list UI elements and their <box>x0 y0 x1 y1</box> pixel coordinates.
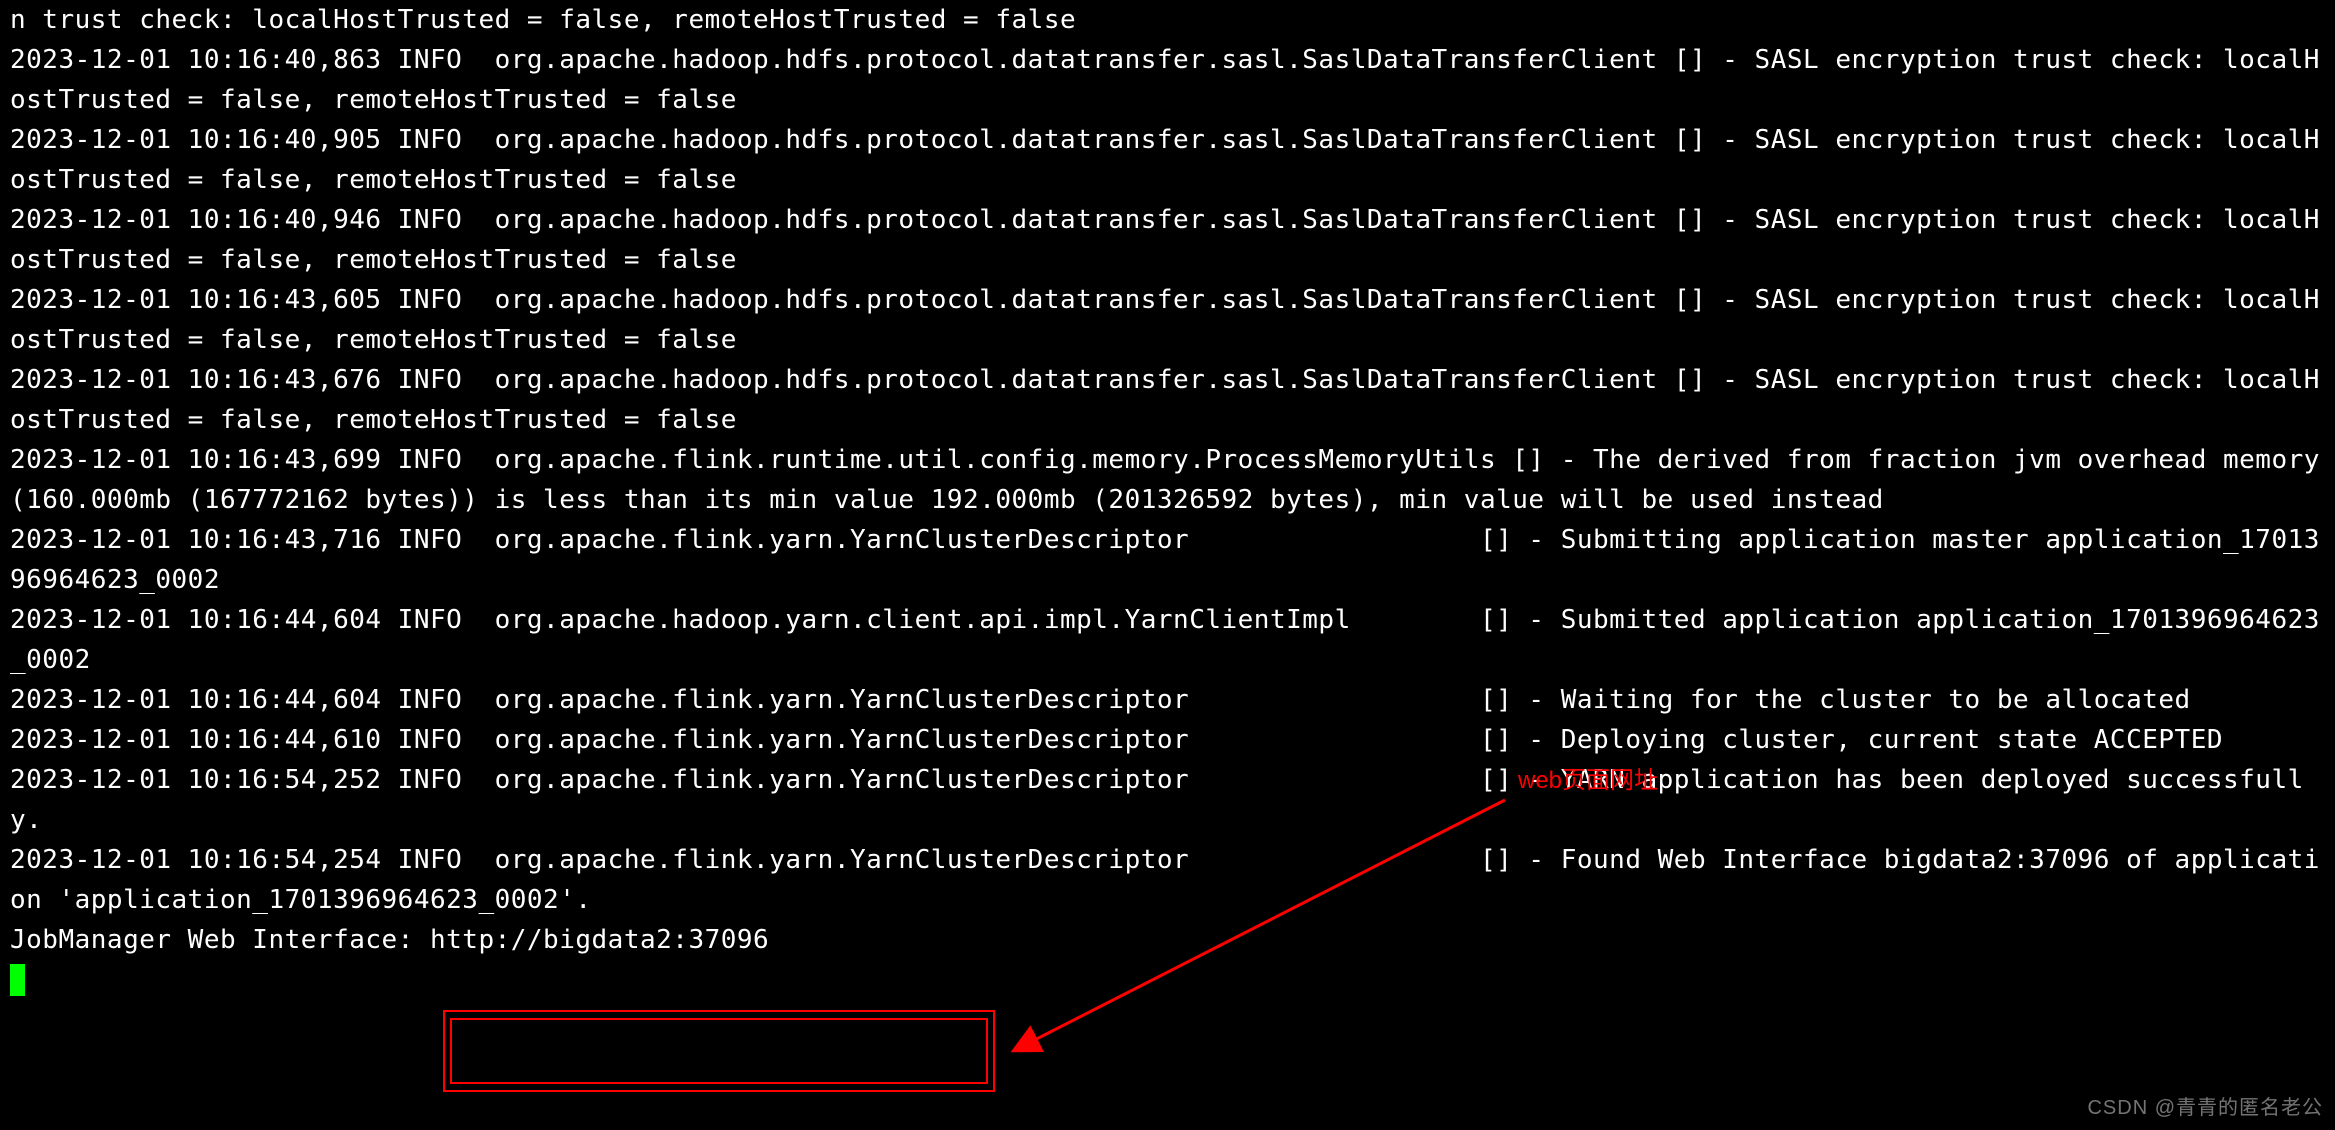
terminal-cursor <box>10 964 25 996</box>
terminal-output: n trust check: localHostTrusted = false,… <box>0 0 2335 1130</box>
log-line: 2023-12-01 10:16:44,604 INFO org.apache.… <box>10 605 2320 675</box>
log-line: 2023-12-01 10:16:54,252 INFO org.apache.… <box>10 765 2304 835</box>
log-line: 2023-12-01 10:16:43,699 INFO org.apache.… <box>10 445 2335 515</box>
log-line: 2023-12-01 10:16:44,610 INFO org.apache.… <box>10 725 2223 755</box>
log-line: 2023-12-01 10:16:54,254 INFO org.apache.… <box>10 845 2320 915</box>
log-line: JobManager Web Interface: http://bigdata… <box>10 925 769 955</box>
log-line: 2023-12-01 10:16:40,863 INFO org.apache.… <box>10 45 2320 115</box>
log-line: 2023-12-01 10:16:43,605 INFO org.apache.… <box>10 285 2320 355</box>
log-line: n trust check: localHostTrusted = false,… <box>10 5 1076 35</box>
log-line: 2023-12-01 10:16:40,905 INFO org.apache.… <box>10 125 2320 195</box>
log-line: 2023-12-01 10:16:43,716 INFO org.apache.… <box>10 525 2320 595</box>
log-line: 2023-12-01 10:16:43,676 INFO org.apache.… <box>10 365 2320 435</box>
log-line: 2023-12-01 10:16:44,604 INFO org.apache.… <box>10 685 2191 715</box>
log-line: 2023-12-01 10:16:40,946 INFO org.apache.… <box>10 205 2320 275</box>
